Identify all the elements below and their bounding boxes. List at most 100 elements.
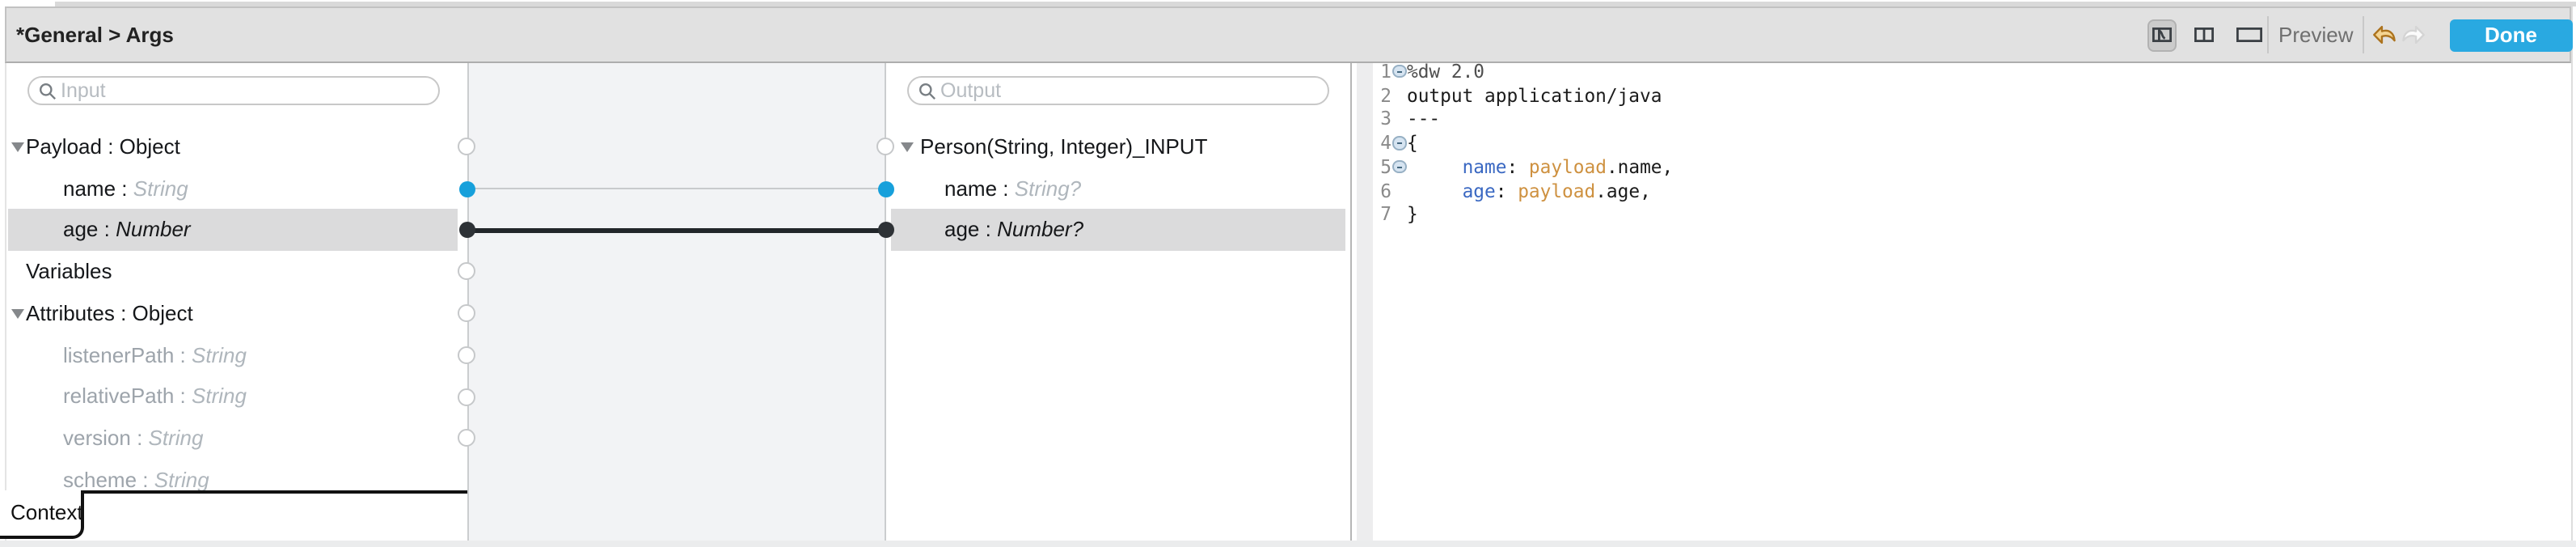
tree-row-Person(String, Integer)_INPUT[interactable]: Person(String, Integer)_INPUT (890, 126, 1345, 167)
port-dot-relativePath[interactable] (458, 388, 475, 405)
input-search-box (27, 76, 439, 104)
node-colon: : (174, 384, 192, 408)
code-token-plain: : (1506, 155, 1528, 178)
connection-line-age-to-age[interactable] (467, 228, 885, 232)
code-text: %dw 2.0 (1407, 60, 2570, 84)
redo-button[interactable] (2400, 20, 2427, 48)
mapping-canvas (467, 62, 885, 541)
node-colon: : (137, 467, 154, 491)
mapping-and-code-view-button[interactable] (2147, 19, 2177, 51)
code-token-plain: { (1407, 131, 1418, 154)
node-type: Number? (997, 218, 1083, 242)
node-type: String (192, 342, 247, 367)
node-type: String (192, 384, 247, 408)
line-number: 5 (1352, 155, 1391, 180)
port-dot-name[interactable] (877, 180, 893, 197)
fold-column (1391, 203, 1407, 227)
node-label: name (8, 176, 116, 200)
output-search-field[interactable] (940, 78, 1320, 103)
node-type: Object (133, 301, 193, 325)
code-token-key: name (1463, 155, 1507, 178)
tree-row-listenerPath[interactable]: listenerPath : String (8, 334, 458, 375)
view-mode-toggle-group (2147, 18, 2267, 52)
line-number: 1 (1352, 60, 1391, 84)
line-number: 3 (1352, 108, 1391, 132)
code-line-3: 3 --- (1352, 108, 2570, 132)
port-dot-name[interactable] (458, 180, 475, 197)
undo-button[interactable] (2371, 20, 2398, 48)
input-search-field[interactable] (61, 78, 431, 103)
tree-row-name[interactable]: name : String (8, 167, 458, 209)
single-panel-view-button[interactable] (2232, 19, 2267, 51)
fold-column (1391, 83, 1407, 108)
code-token-directive: %dw 2.0 (1407, 60, 1484, 83)
tree-row-age[interactable]: age : Number? (890, 210, 1345, 251)
fold-column (1391, 60, 1407, 84)
node-colon: : (174, 342, 192, 367)
node-colon: : (116, 176, 133, 200)
node-label: age (8, 218, 98, 242)
dialog-header: *General > Args (5, 6, 2571, 62)
fold-column (1391, 131, 1407, 155)
code-text: name: payload.name, (1407, 155, 2570, 180)
done-button[interactable]: Done (2450, 19, 2572, 51)
node-colon: : (102, 134, 120, 159)
tree-row-age[interactable]: age : Number (8, 210, 458, 251)
tree-row-Payload[interactable]: Payload : Object (8, 126, 458, 167)
code-token-plain: .age, (1595, 179, 1651, 201)
tree-row-Variables[interactable]: Variables (8, 251, 458, 292)
fold-column (1391, 179, 1407, 203)
node-label: Person(String, Integer)_INPUT (890, 134, 1207, 159)
preview-button[interactable]: Preview (2278, 7, 2354, 61)
line-number: 7 (1352, 203, 1391, 227)
node-label: listenerPath (8, 342, 174, 367)
code-token-plain: --- (1407, 108, 1440, 130)
code-token-plain: .name, (1607, 155, 1673, 178)
node-label: Variables (8, 259, 112, 283)
line-number: 4 (1352, 131, 1391, 155)
output-search-box (906, 76, 1328, 104)
node-colon: : (98, 218, 116, 242)
code-line-4: 4{ (1352, 131, 2570, 155)
expander-triangle-icon[interactable] (901, 142, 914, 152)
node-label: Attributes (8, 301, 115, 325)
fold-collapse-icon[interactable] (1392, 136, 1406, 150)
code-token-context: payload (1518, 179, 1595, 201)
context-tab[interactable]: Context (0, 490, 83, 539)
code-text: { (1407, 131, 2570, 155)
code-text: age: payload.age, (1407, 179, 2570, 203)
tree-row-relativePath[interactable]: relativePath : String (8, 375, 458, 417)
connection-line-name-to-name[interactable] (467, 188, 885, 190)
dialog-title: *General > Args (16, 7, 174, 61)
code-token-plain (1407, 155, 1463, 178)
transform-dialog: *General > Args (0, 0, 2576, 547)
code-line-2: 2 output application/java (1352, 83, 2570, 108)
expander-triangle-icon[interactable] (11, 142, 23, 152)
fold-collapse-icon[interactable] (1392, 65, 1406, 78)
expander-triangle-icon[interactable] (11, 308, 23, 318)
line-number: 2 (1352, 83, 1391, 108)
tree-row-version[interactable]: version : String (8, 418, 458, 459)
node-label: name (890, 176, 997, 200)
code-text: } (1407, 203, 2570, 227)
fold-collapse-icon[interactable] (1392, 160, 1406, 174)
window-bottom-edge (0, 541, 2576, 547)
code-line-1: 1 %dw 2.0 (1352, 60, 2570, 84)
node-label: age (890, 218, 979, 242)
node-type: String (133, 176, 188, 200)
node-colon: : (131, 426, 149, 450)
toolbar-separator (2363, 15, 2364, 53)
code-token-plain: output application/java (1407, 83, 1662, 106)
two-panel-view-button[interactable] (2190, 19, 2219, 51)
tree-row-name[interactable]: name : String? (890, 167, 1345, 209)
two-columns-icon (2194, 28, 2214, 42)
node-type: String (154, 467, 209, 491)
tree-row-Attributes[interactable]: Attributes : Object (8, 293, 458, 334)
node-colon: : (979, 218, 997, 242)
code-token-plain: } (1407, 203, 1418, 226)
code-line-6: 6 age: payload.age, (1352, 179, 2570, 203)
context-drawer-edge (83, 490, 467, 493)
port-dot-listenerPath[interactable] (458, 346, 475, 364)
node-colon: : (115, 301, 133, 325)
code-token-plain (1407, 179, 1463, 201)
